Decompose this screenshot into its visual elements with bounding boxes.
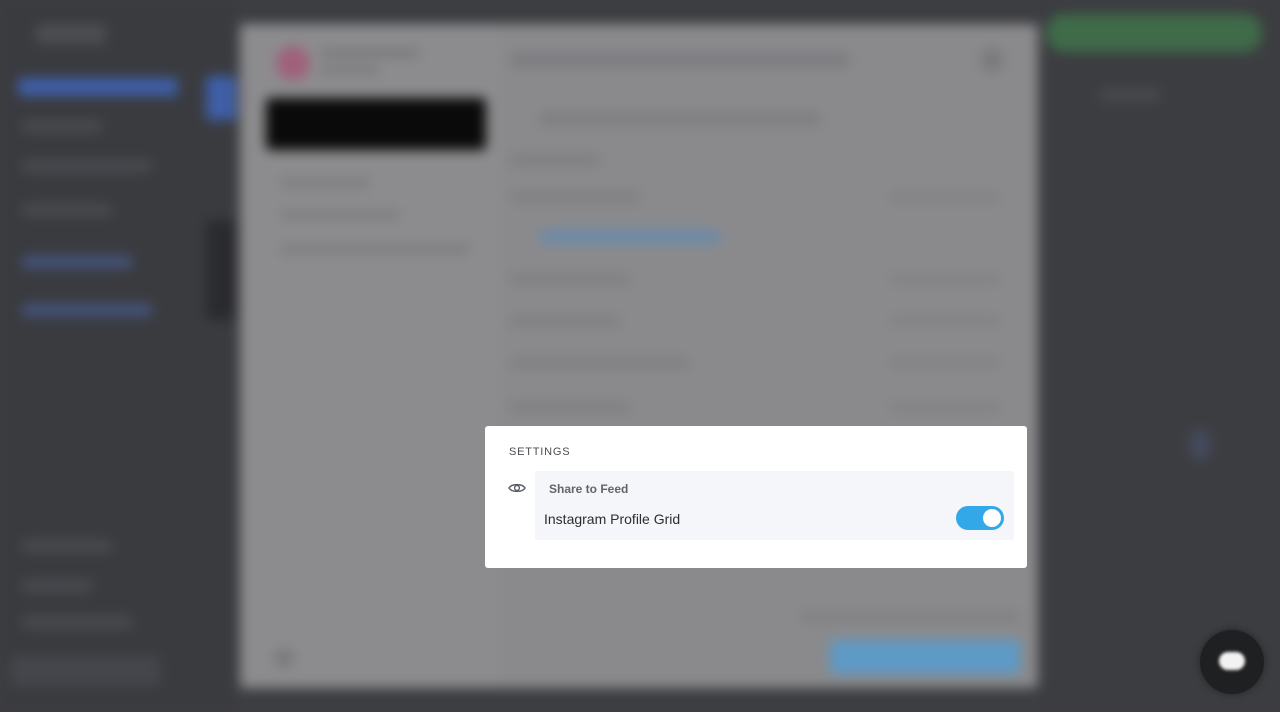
toggle-knob (983, 509, 1001, 527)
app-sidebar (0, 0, 236, 712)
instagram-profile-grid-toggle[interactable] (956, 506, 1004, 530)
app-right-area (1040, 0, 1280, 712)
settings-title: SETTINGS (509, 446, 571, 458)
share-to-feed-label: Share to Feed (549, 482, 629, 496)
share-to-feed-panel: Share to Feed Instagram Profile Grid (535, 471, 1014, 540)
background-app (0, 0, 1280, 712)
chat-launcher-button[interactable] (1200, 630, 1264, 694)
chat-icon (1219, 652, 1245, 670)
settings-card: SETTINGS Share to Feed Instagram Profile… (485, 426, 1027, 568)
modal-left-panel (240, 24, 500, 688)
instagram-profile-grid-label: Instagram Profile Grid (544, 511, 681, 527)
eye-icon (508, 483, 526, 493)
